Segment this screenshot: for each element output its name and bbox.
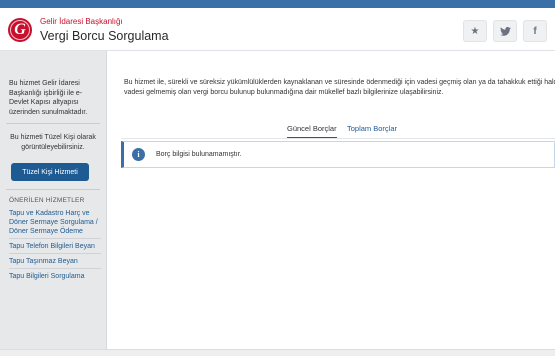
recommended-link[interactable]: Tapu Bilgileri Sorgulama bbox=[9, 271, 101, 283]
tab-current-debts[interactable]: Güncel Borçlar bbox=[287, 124, 337, 133]
page-title: Vergi Borcu Sorgulama bbox=[40, 29, 169, 43]
divider bbox=[6, 189, 100, 190]
facebook-icon[interactable]: f bbox=[523, 20, 547, 42]
service-description: Bu hizmet ile, sürekli ve süreksiz yüküm… bbox=[124, 79, 555, 96]
recommended-link[interactable]: Tapu Taşınmaz Beyan bbox=[9, 256, 101, 269]
social-buttons: ★ f bbox=[463, 20, 547, 42]
sidebar: Bu hizmet Gelir İdaresi Başkanlığı işbir… bbox=[0, 51, 107, 355]
recommended-links: Tapu ve Kadastro Harç ve Döner Sermaye S… bbox=[9, 208, 101, 285]
info-icon: i bbox=[132, 148, 145, 161]
info-alert: i Borç bilgisi bulunamamıştır. bbox=[121, 141, 555, 168]
recommended-link[interactable]: Tapu Telefon Bilgileri Beyan bbox=[9, 241, 101, 254]
recommended-link[interactable]: Tapu ve Kadastro Harç ve Döner Sermaye S… bbox=[9, 208, 101, 239]
gib-logo[interactable]: G bbox=[8, 18, 32, 42]
service-info: Bu hizmet Gelir İdaresi Başkanlığı işbir… bbox=[9, 80, 88, 116]
tab-total-debts[interactable]: Toplam Borçlar bbox=[347, 124, 397, 133]
alert-message: Borç bilgisi bulunamamıştır. bbox=[156, 151, 242, 158]
legal-entity-button[interactable]: Tüzel Kişi Hizmeti bbox=[11, 163, 89, 181]
twitter-icon[interactable] bbox=[493, 20, 517, 42]
top-bar bbox=[0, 0, 555, 8]
tab-bar: Güncel Borçlar Toplam Borçlar bbox=[107, 124, 555, 139]
star-icon[interactable]: ★ bbox=[463, 20, 487, 42]
main-content: Bu hizmet ile, sürekli ve süreksiz yüküm… bbox=[107, 51, 555, 349]
recommended-heading: ÖNERİLEN HİZMETLER bbox=[9, 197, 85, 204]
legal-entity-note: Bu hizmeti Tüzel Kişi olarak görüntüleye… bbox=[10, 134, 96, 151]
org-name[interactable]: Gelir İdaresi Başkanlığı bbox=[40, 17, 123, 26]
divider bbox=[6, 123, 100, 124]
divider bbox=[121, 138, 555, 139]
header: G Gelir İdaresi Başkanlığı Vergi Borcu S… bbox=[0, 8, 555, 51]
